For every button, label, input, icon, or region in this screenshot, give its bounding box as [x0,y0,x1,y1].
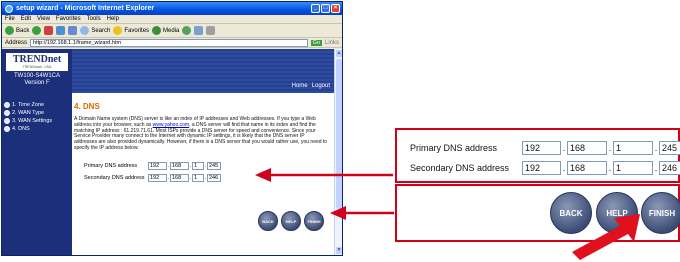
menu-view[interactable]: View [37,16,50,22]
page-title: 4. DNS [74,102,100,111]
primary-dns-zoom-row: Primary DNS address 192. 168. 1. 245 [410,141,680,155]
home-toolbar-icon[interactable] [68,26,78,35]
secondary-dns-zoom-octet-3[interactable]: 1 [613,161,653,175]
step-wan-type[interactable]: 2. WAN Type [4,109,52,117]
primary-dns-zoom-octet-2[interactable]: 168 [567,141,607,155]
back-toolbar-button[interactable]: Back [5,26,29,35]
address-label: Address [5,39,28,46]
pointer-arrow-icon [572,214,640,260]
primary-dns-zoom-octet-3[interactable]: 1 [613,141,653,155]
links-label[interactable]: Links [325,40,342,46]
maximize-icon[interactable]: □ [321,4,330,13]
brand-name: TRENDnet [12,54,62,65]
window-title: setup wizard - Microsoft Internet Explor… [16,5,155,12]
print-icon[interactable] [206,26,216,35]
page-header: Home Logout [72,49,334,93]
history-icon[interactable] [182,26,192,35]
back-button[interactable]: BACK [258,211,278,231]
vertical-scrollbar[interactable]: ▲ ▼ [334,49,342,255]
arrow-to-buttons-icon [330,206,394,220]
primary-dns-octet-1[interactable]: 192 [148,161,167,170]
scrollbar-thumb[interactable] [336,59,342,209]
step-bullet-icon [4,126,10,132]
secondary-dns-zoom-row: Secondary DNS address 192. 168. 1. 246 [410,161,680,175]
star-icon [113,26,123,35]
primary-dns-octet-4[interactable]: 245 [207,161,221,170]
address-bar: Address http://192.168.1.1/frame_wizard.… [2,38,342,48]
media-toolbar-button[interactable]: Media [152,26,179,35]
secondary-dns-octet-2[interactable]: 168 [170,173,189,182]
help-button[interactable]: HELP [281,211,301,231]
title-bar: setup wizard - Microsoft Internet Explor… [2,2,342,15]
menu-bar: File Edit View Favorites Tools Help [2,15,342,24]
arrow-to-dns-icon [255,168,393,182]
mail-icon[interactable] [194,26,204,35]
wizard-steps: 1. Time Zone 2. WAN Type 3. WAN Settings… [4,101,52,133]
stop-icon[interactable] [44,26,54,35]
primary-dns-zoom-octet-1[interactable]: 192 [522,141,561,155]
address-input[interactable]: http://192.168.1.1/frame_wizard.htm [30,38,308,47]
menu-tools[interactable]: Tools [87,16,101,22]
go-button[interactable]: Go [310,39,322,46]
step-wan-settings[interactable]: 3. WAN Settings [4,117,52,125]
secondary-dns-zoom-octet-1[interactable]: 192 [522,161,561,175]
brand-tagline: TRENDware, USA [22,65,52,69]
primary-dns-label: Primary DNS address [84,162,138,169]
search-toolbar-button[interactable]: Search [80,26,110,35]
home-link[interactable]: Home [292,83,308,89]
menu-help[interactable]: Help [107,16,119,22]
page-content: TRENDnet TRENDware, USA TW100-S4W1CA Ver… [2,49,342,255]
menu-file[interactable]: File [5,16,15,22]
media-icon [152,26,162,35]
secondary-dns-octet-4[interactable]: 246 [207,173,221,182]
primary-dns-zoom-octet-4[interactable]: 245 [659,141,680,155]
model-name: TW100-S4W1CA [13,73,60,79]
secondary-dns-label: Secondary DNS address [84,174,145,181]
secondary-dns-zoom-label: Secondary DNS address [410,163,510,173]
sidebar: TRENDnet TRENDware, USA TW100-S4W1CA Ver… [2,49,72,255]
forward-arrow-icon[interactable] [32,26,42,35]
logout-link[interactable]: Logout [312,83,330,89]
secondary-dns-octet-1[interactable]: 192 [148,173,167,182]
refresh-icon[interactable] [56,26,66,35]
primary-dns-octet-3[interactable]: 1 [192,161,204,170]
search-icon [80,26,90,35]
model-version: Version F [24,80,50,86]
finish-button[interactable]: FINISH [304,211,324,231]
model-info: TW100-S4W1CA Version F [2,73,72,87]
trendnet-logo: TRENDnet TRENDware, USA [6,53,68,71]
favorites-toolbar-button[interactable]: Favorites [113,26,149,35]
secondary-dns-zoom-octet-2[interactable]: 168 [567,161,607,175]
menu-edit[interactable]: Edit [21,16,31,22]
dns-zoom-callout: Primary DNS address 192. 168. 1. 245 Sec… [395,128,680,183]
secondary-dns-zoom-octet-4[interactable]: 246 [659,161,680,175]
ie-icon [5,4,13,13]
step-bullet-icon [4,102,10,108]
dns-description: A Domain Name system (DNS) server is lik… [74,116,328,151]
step-bullet-icon [4,110,10,116]
primary-dns-zoom-label: Primary DNS address [410,143,498,153]
step-dns[interactable]: 4. DNS [4,125,52,133]
secondary-dns-octet-3[interactable]: 1 [192,173,204,182]
step-bullet-icon [4,118,10,124]
menu-favorites[interactable]: Favorites [56,16,81,22]
scroll-down-icon[interactable]: ▼ [336,247,342,254]
minimize-icon[interactable]: _ [311,4,320,13]
browser-window: setup wizard - Microsoft Internet Explor… [1,1,343,256]
toolbar: Back Search Favorites Media [2,24,342,38]
primary-dns-octet-2[interactable]: 168 [170,161,189,170]
scroll-up-icon[interactable]: ▲ [336,50,342,57]
step-time-zone[interactable]: 1. Time Zone [4,101,52,109]
close-icon[interactable]: × [331,4,340,13]
back-arrow-icon [5,26,14,35]
